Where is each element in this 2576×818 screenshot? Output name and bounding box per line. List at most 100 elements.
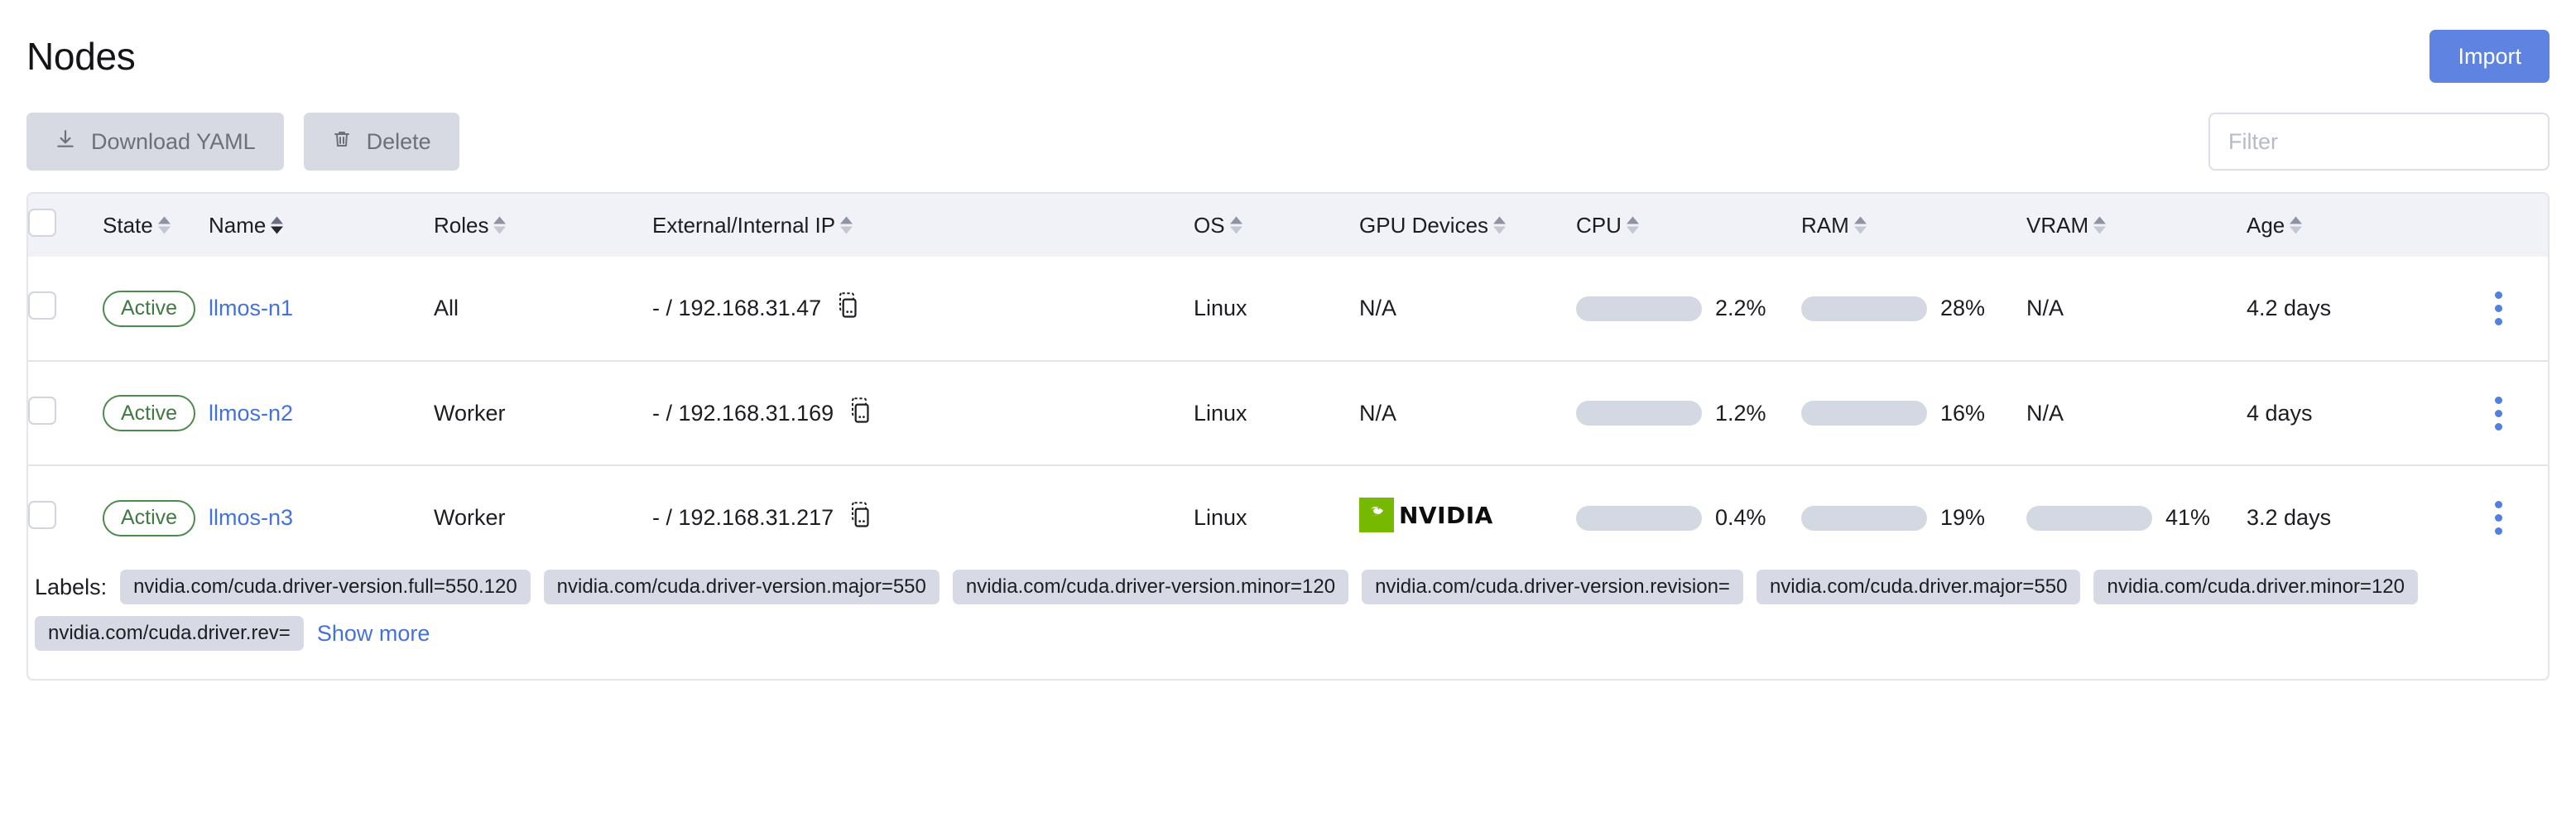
column-header-actions: [2447, 194, 2548, 257]
status-badge: Active: [103, 290, 196, 327]
ip-text: - / 192.168.31.47: [652, 296, 822, 320]
copy-icon[interactable]: [847, 502, 872, 534]
row-actions-menu-icon[interactable]: [2447, 494, 2548, 541]
row-checkbox[interactable]: [28, 291, 56, 320]
column-header-name[interactable]: Name: [209, 194, 434, 257]
cell-cpu: 1.2%: [1576, 360, 1801, 465]
row-actions-menu-icon[interactable]: [2447, 390, 2548, 437]
gpu-text: N/A: [1359, 296, 1397, 320]
node-name-link[interactable]: llmos-n3: [209, 505, 293, 530]
column-header-ram[interactable]: RAM: [1801, 194, 2026, 257]
row-select-cell: [28, 464, 103, 570]
row-checkbox[interactable]: [28, 501, 56, 529]
cell-vram: 41%: [2026, 464, 2247, 570]
sort-icon-gpu-devices: [1493, 216, 1507, 234]
column-header-ip[interactable]: External/Internal IP: [652, 194, 1194, 257]
select-all-checkbox[interactable]: [28, 208, 56, 237]
label-chip: nvidia.com/cuda.driver.major=550: [1756, 570, 2081, 604]
cell-roles: Worker: [434, 360, 652, 465]
ram-value: 28%: [1940, 296, 1986, 320]
filter-input[interactable]: [2208, 113, 2550, 171]
cell-cpu: 0.4%: [1576, 464, 1801, 570]
label-chip: nvidia.com/cuda.driver-version.major=550: [543, 570, 940, 604]
select-all-cell: [28, 194, 103, 257]
column-header-roles[interactable]: Roles: [434, 194, 652, 257]
column-header-state[interactable]: State: [103, 194, 209, 257]
column-header-gpu-devices[interactable]: GPU Devices: [1359, 194, 1576, 257]
page-title: Nodes: [26, 35, 136, 78]
delete-button[interactable]: Delete: [303, 113, 459, 171]
gpu-text: N/A: [1359, 400, 1397, 426]
column-label-vram: VRAM: [2026, 212, 2089, 238]
label-chip: nvidia.com/cuda.driver-version.full=550.…: [120, 570, 531, 604]
labels-container: Labels: nvidia.com/cuda.driver-version.fu…: [28, 570, 2548, 651]
table-row[interactable]: Active llmos-n1 All - / 192.168.31.47 Li…: [28, 257, 2548, 361]
cell-ram: 28%: [1801, 257, 2026, 361]
cell-age: 4.2 days: [2247, 296, 2332, 320]
row-select-cell: [28, 360, 103, 465]
table-toolbar: Download YAML Delete: [26, 113, 2550, 171]
download-yaml-button[interactable]: Download YAML: [26, 113, 284, 171]
column-header-os[interactable]: OS: [1194, 194, 1359, 257]
ip-text: - / 192.168.31.169: [652, 400, 834, 426]
table-row[interactable]: Active llmos-n3 Worker - / 192.168.31.21…: [28, 464, 2548, 570]
vram-value: 41%: [2165, 505, 2211, 530]
cell-os: Linux: [1194, 296, 1247, 320]
labels-row: Labels: nvidia.com/cuda.driver-version.fu…: [28, 570, 2548, 679]
cell-name: llmos-n1: [209, 257, 434, 361]
sort-icon-ram: [1853, 216, 1867, 234]
table-row[interactable]: Active llmos-n2 Worker - / 192.168.31.16…: [28, 360, 2548, 465]
download-yaml-label: Download YAML: [91, 128, 256, 154]
sort-icon-state: [157, 216, 171, 234]
nodes-page: Nodes Import Download YAML Delete Filter…: [0, 0, 2576, 818]
cell-ram: 19%: [1801, 464, 2026, 570]
cell-actions: [2447, 257, 2548, 361]
cpu-value: 2.2%: [1715, 296, 1766, 320]
cell-os: Linux: [1194, 464, 1359, 570]
column-label-ram: RAM: [1801, 212, 1849, 238]
ram-meter: [1801, 401, 1927, 426]
cell-roles: Worker: [434, 464, 652, 570]
labels-caption: Labels:: [35, 574, 108, 599]
cpu-meter: [1576, 505, 1702, 531]
nvidia-eye-icon: [1359, 498, 1394, 532]
node-name-link[interactable]: llmos-n2: [209, 401, 293, 426]
vram-value: N/A: [2026, 400, 2064, 426]
column-header-age[interactable]: Age: [2247, 194, 2447, 257]
copy-icon[interactable]: [847, 397, 872, 430]
cell-age: 3.2 days: [2247, 464, 2447, 570]
table-header-row: State Name Roles External/Internal IP OS…: [28, 194, 2548, 257]
row-checkbox[interactable]: [28, 396, 56, 425]
column-header-cpu[interactable]: CPU: [1576, 194, 1801, 257]
column-label-state: State: [103, 212, 153, 238]
column-header-vram[interactable]: VRAM: [2026, 194, 2247, 257]
show-more-link[interactable]: Show more: [317, 621, 430, 647]
ip-text: - / 192.168.31.217: [652, 505, 834, 530]
vram-meter-group: N/A: [2026, 296, 2247, 321]
status-badge: Active: [103, 395, 196, 431]
node-name-link[interactable]: llmos-n1: [209, 296, 293, 320]
cpu-meter: [1576, 401, 1702, 426]
cell-vram: N/A: [2026, 360, 2247, 465]
cell-name: llmos-n3: [209, 464, 434, 570]
trash-icon: [332, 129, 352, 155]
sort-icon-roles: [493, 216, 507, 234]
sort-icon-os: [1229, 216, 1242, 234]
cpu-value: 0.4%: [1715, 505, 1766, 530]
nvidia-logo: NVIDIA: [1359, 498, 1493, 532]
cell-actions: [2447, 464, 2548, 570]
column-label-roles: Roles: [434, 212, 489, 238]
ram-meter: [1801, 296, 1927, 321]
status-badge: Active: [103, 499, 196, 537]
cell-roles: All: [434, 296, 459, 320]
vram-value: N/A: [2026, 296, 2064, 320]
copy-icon[interactable]: [834, 292, 859, 325]
cell-os: Linux: [1194, 360, 1359, 465]
row-actions-menu-icon[interactable]: [2447, 285, 2548, 332]
column-label-gpu-devices: GPU Devices: [1359, 212, 1489, 238]
nvidia-wordmark: NVIDIA: [1399, 501, 1493, 529]
cell-gpu: N/A N/A: [1359, 360, 1576, 465]
import-button[interactable]: Import: [2429, 30, 2550, 83]
column-label-cpu: CPU: [1576, 212, 1622, 238]
label-chip: nvidia.com/cuda.driver.rev=: [35, 616, 304, 651]
